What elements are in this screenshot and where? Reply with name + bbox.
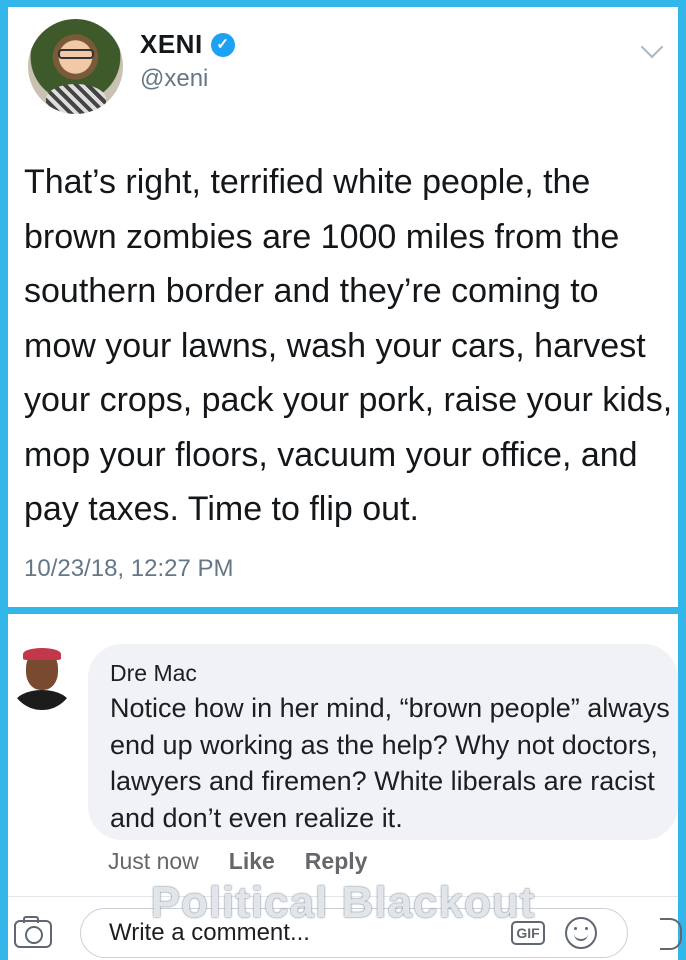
comment-text: Notice how in her mind, “brown people” a… [110, 693, 670, 833]
chevron-down-icon[interactable] [640, 35, 664, 59]
reply-button[interactable]: Reply [305, 848, 368, 875]
camera-icon[interactable] [14, 916, 52, 948]
comment-input[interactable]: Write a comment... GIF [80, 908, 628, 958]
commenter-avatar[interactable] [10, 646, 74, 710]
verified-badge-icon: ✓ [210, 32, 235, 57]
like-button[interactable]: Like [229, 848, 275, 875]
commenter-name[interactable]: Dre Mac [110, 660, 197, 687]
tweet-author-row: XENI ✓ [140, 29, 235, 60]
tweet-timestamp[interactable]: 10/23/18, 12:27 PM [24, 555, 233, 583]
avatar-shirt [14, 690, 70, 710]
avatar-cap [23, 648, 61, 660]
comment-time[interactable]: Just now [108, 848, 199, 875]
tweet-text: That’s right, terrified white people, th… [24, 163, 673, 528]
sticker-icon[interactable] [660, 918, 682, 950]
gif-icon[interactable]: GIF [511, 921, 545, 945]
comment-input-placeholder: Write a comment... [109, 919, 310, 946]
tweet-handle[interactable]: @xeni [140, 65, 208, 93]
avatar-scarf [46, 84, 106, 114]
tweet-author-avatar[interactable] [28, 19, 123, 114]
composer-divider [8, 896, 678, 897]
comment-bubble: Dre Mac Notice how in her mind, “brown p… [88, 644, 678, 840]
avatar-glasses [58, 49, 94, 59]
tweet-card: XENI ✓ @xeni That’s right, terrified whi… [8, 7, 678, 607]
facebook-comment-panel: Dre Mac Notice how in her mind, “brown p… [8, 614, 682, 960]
comment-actions: Just now Like Reply [108, 848, 367, 875]
emoji-icon[interactable] [565, 917, 597, 949]
tweet-display-name[interactable]: XENI [140, 29, 203, 60]
